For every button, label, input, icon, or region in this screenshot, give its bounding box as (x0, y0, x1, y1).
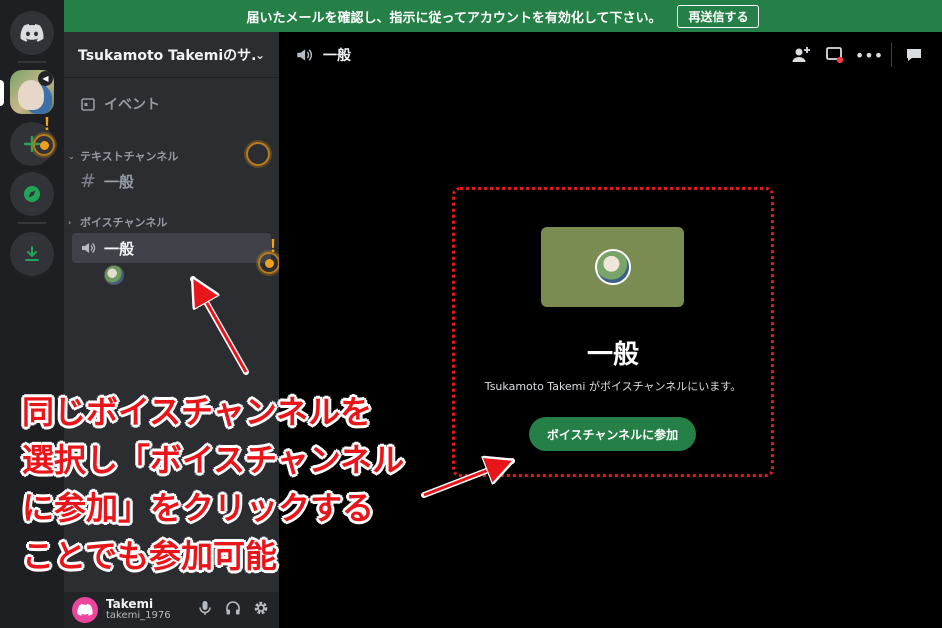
hint-dot (265, 259, 274, 268)
chevron-down-icon: ⌄ (254, 47, 265, 62)
voice-channel-description: Tsukamoto Takemi がボイスチャンネルにいます。 (484, 380, 742, 393)
more-icon[interactable]: ••• (855, 46, 883, 65)
voice-preview-tile (541, 227, 684, 307)
activity-icon[interactable] (823, 46, 847, 64)
category-voice[interactable]: › ボイスチャンネル (68, 214, 167, 230)
user-names[interactable]: Takemi takemi_1976 (106, 598, 187, 621)
voice-user-avatar[interactable] (104, 265, 124, 285)
annotation-line: 選択し「ボイスチャンネル (22, 441, 405, 479)
annotation-text: 同じボイスチャンネルを 選択し「ボイスチャンネル に参加」をクリックする ことで… (22, 388, 404, 580)
events-item[interactable]: イベント (80, 94, 160, 114)
user-tag: takemi_1976 (106, 610, 171, 622)
resend-button[interactable]: 再送信する (677, 4, 760, 28)
server-name: Tsukamoto Takemiのサ... (78, 47, 255, 64)
channel-voice-general[interactable]: 一般 (72, 233, 271, 263)
hint-dot (40, 141, 49, 150)
channel-label: 一般 (104, 239, 135, 258)
discord-logo-icon[interactable] (10, 11, 54, 55)
hint-exclamation-icon: ! (270, 236, 276, 256)
events-label: イベント (104, 97, 160, 113)
user-panel: Takemi takemi_1976 (64, 592, 279, 628)
annotation-line: 同じボイスチャンネルを (22, 393, 373, 431)
gear-icon[interactable] (251, 600, 271, 620)
download-icon[interactable] (10, 232, 54, 276)
category-label: ボイスチャンネル (80, 216, 168, 229)
category-text[interactable]: ⌄ テキストチャンネル (68, 148, 178, 164)
avatar[interactable] (72, 597, 98, 623)
category-label: テキストチャンネル (80, 150, 179, 163)
channel-text-general[interactable]: # 一般 (72, 166, 271, 196)
rail-divider (18, 222, 46, 224)
explore-icon[interactable] (10, 172, 54, 216)
banner-message: 届いたメールを確認し、指示に従ってアカウントを有効化して下さい。 (246, 10, 662, 26)
channel-label: 一般 (103, 172, 134, 191)
annotation-line: ことでも参加可能 (22, 537, 278, 575)
chat-icon[interactable] (902, 46, 926, 64)
hash-icon: # (80, 170, 96, 192)
channel-title: 一般 (323, 48, 351, 64)
headphones-icon[interactable] (223, 600, 243, 620)
speaker-icon (297, 49, 313, 61)
join-voice-button[interactable]: ボイスチャンネルに参加 (529, 417, 696, 451)
server-header[interactable]: Tsukamoto Takemiのサ... ⌄ (64, 32, 279, 78)
rail-divider (18, 61, 46, 63)
speaker-icon: ◀ (38, 71, 53, 86)
toolbar-divider (891, 43, 892, 67)
hint-exclamation-icon: ! (44, 114, 50, 134)
channel-header: 一般 ••• (279, 32, 942, 78)
email-verification-banner: 届いたメールを確認し、指示に従ってアカウントを有効化して下さい。 再送信する (64, 0, 942, 32)
calendar-icon (81, 98, 95, 111)
speaker-icon (82, 243, 96, 253)
selected-server-indicator (0, 80, 4, 106)
annotation-line: に参加」をクリックする (22, 489, 375, 527)
microphone-icon[interactable] (195, 600, 215, 620)
server-icon[interactable]: ◀ (10, 70, 54, 114)
voice-channel-title: 一般 (586, 340, 639, 370)
invite-user-icon[interactable] (789, 46, 813, 64)
avatar (594, 249, 631, 285)
chevron-right-icon: › (68, 217, 72, 227)
hint-ring (246, 142, 270, 166)
chevron-down-icon: ⌄ (68, 151, 75, 161)
